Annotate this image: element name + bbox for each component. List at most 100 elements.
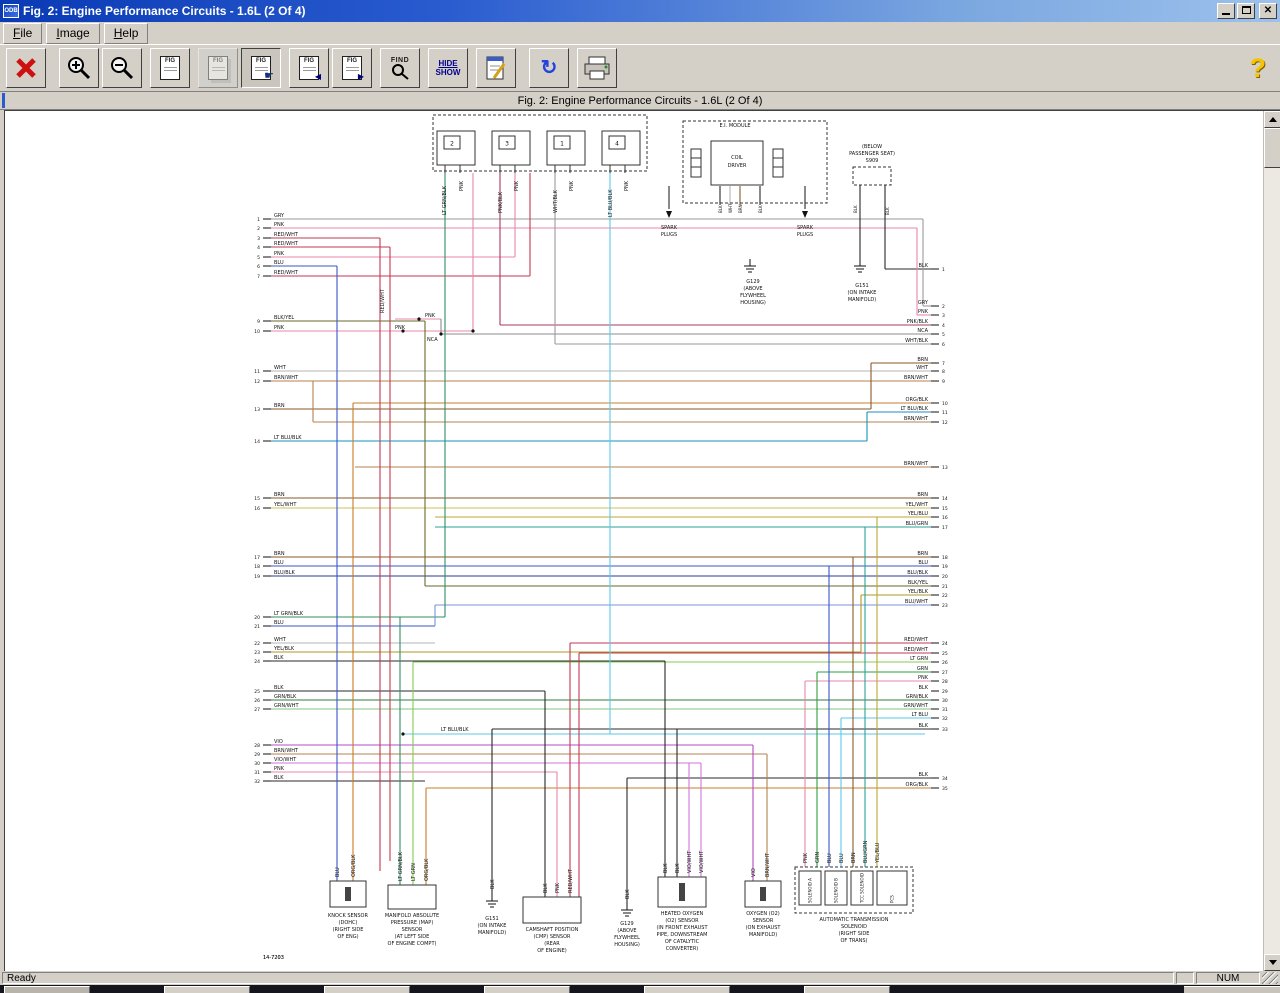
app-icon[interactable]: ODB — [3, 4, 19, 18]
taskbar-button[interactable] — [164, 986, 250, 993]
previous-figure-button[interactable]: FIG ◀ — [289, 48, 329, 88]
printer-icon — [582, 55, 612, 81]
wire-color-label: PNK — [569, 180, 575, 191]
pin-number: 26 — [942, 660, 948, 666]
refresh-icon: ↻ — [541, 58, 558, 78]
diagram-text: SPARK — [797, 225, 814, 231]
pin-number: 12 — [254, 379, 260, 385]
component-box — [388, 885, 436, 909]
taskbar-button[interactable] — [4, 986, 90, 993]
pin-number: 4 — [257, 245, 260, 251]
wire-color-label: VIO — [751, 868, 757, 877]
figure-caption-bar: Fig. 2: Engine Performance Circuits - 1.… — [0, 92, 1280, 110]
menu-help[interactable]: Help — [104, 23, 149, 44]
taskbar-button[interactable] — [644, 986, 730, 993]
zoom-in-icon — [65, 54, 93, 82]
wire-color-label: BLU — [335, 867, 341, 877]
status-bar: Ready NUM — [0, 971, 1280, 985]
pin-number: 12 — [942, 420, 948, 426]
taskbar-button[interactable] — [484, 986, 570, 993]
scroll-up-button[interactable] — [1264, 111, 1280, 128]
pin-number: 18 — [942, 555, 948, 561]
wire-color-label: BLK — [490, 879, 496, 889]
diagram-text: PNK — [395, 325, 406, 331]
coil-number: 4 — [615, 141, 619, 148]
figure-pan-button[interactable]: FIG ☛ — [241, 48, 281, 88]
wire-color-label: BLU/BLK — [274, 570, 296, 576]
component-label: HEATED OXYGEN — [661, 911, 704, 917]
component-symbol — [679, 883, 685, 901]
title-bar[interactable]: ODB Fig. 2: Engine Performance Circuits … — [0, 0, 1280, 22]
menu-bar: File Image Help — [0, 22, 1280, 44]
system-tray[interactable] — [1184, 986, 1280, 993]
pin-number: 14 — [942, 496, 948, 502]
component-label: OF ENG) — [337, 934, 358, 940]
figure-view-button[interactable]: FIG — [150, 48, 190, 88]
pin-number: 32 — [254, 779, 260, 785]
component-label: SENSOR — [402, 927, 423, 933]
close-icon: ✕ — [1264, 6, 1272, 16]
resize-grip[interactable] — [1262, 972, 1278, 984]
arrow-right-icon: ▶ — [358, 72, 364, 81]
pin-number: 7 — [257, 274, 260, 280]
wire-color-label: GRN/WHT — [274, 703, 299, 709]
refresh-button[interactable]: ↻ — [529, 48, 569, 88]
diagram-text: NCA — [427, 337, 438, 343]
wire-color-label: BRN — [274, 403, 285, 409]
vertical-scrollbar[interactable] — [1263, 111, 1280, 971]
print-button[interactable] — [577, 48, 617, 88]
scrollbar-thumb[interactable] — [1264, 128, 1280, 168]
component-label: MANIFOLD) — [749, 932, 777, 938]
annotate-button[interactable] — [476, 48, 516, 88]
zoom-out-button[interactable] — [102, 48, 142, 88]
diagram-text: MANIFOLD) — [848, 297, 876, 303]
diagram-viewport: 1GRY2PNK3RED/WHT4RED/WHT5PNK6BLU7RED/WHT… — [4, 110, 1280, 971]
wire-color-label: RED/WHT — [274, 232, 299, 238]
wire-color-label: WHT — [274, 637, 287, 643]
pin-number: 18 — [254, 564, 260, 570]
pin-number: 23 — [942, 603, 948, 609]
component-symbol — [345, 887, 351, 901]
diagram-text: HOUSING) — [740, 300, 766, 306]
help-button[interactable]: ? — [1250, 53, 1267, 84]
component-label: OF ENGINE COMPT) — [388, 941, 437, 947]
pin-number: 14 — [254, 439, 260, 445]
wire-color-label: LT GRN — [411, 863, 417, 881]
diagram-text: (ABOVE — [617, 928, 636, 934]
wire-color-label: BLK — [919, 772, 929, 778]
scroll-down-button[interactable] — [1264, 954, 1280, 971]
zoom-in-button[interactable] — [59, 48, 99, 88]
figure-prev-icon: FIG ◀ — [299, 56, 319, 80]
diagram-text: MANIFOLD) — [478, 930, 506, 936]
menu-file[interactable]: File — [3, 23, 42, 44]
wire-color-label: BLK — [919, 685, 929, 691]
wire-color-label: VIO/WHT — [274, 757, 297, 763]
hide-show-button[interactable]: HIDE SHOW — [428, 48, 468, 88]
component-label: (CMP) SENSOR — [534, 934, 571, 940]
component-label: (DOHC) — [339, 920, 358, 926]
taskbar-button[interactable] — [804, 986, 890, 993]
wire-color-label: YEL/BLU — [875, 842, 881, 864]
wire-color-label: PNK — [274, 325, 285, 331]
pin-number: 20 — [942, 574, 948, 580]
find-button[interactable]: FIND — [380, 48, 420, 88]
pin-number: 5 — [257, 255, 260, 261]
pin-number: 11 — [942, 410, 948, 416]
next-figure-button[interactable]: FIG ▶ — [332, 48, 372, 88]
wire-color-label: ORG/BLK — [424, 858, 430, 881]
maximize-button[interactable] — [1237, 3, 1255, 19]
diagram-text: PNK — [425, 313, 436, 319]
wire-color-label: PNK/BLK — [498, 191, 504, 213]
close-button[interactable]: ✕ — [1259, 3, 1277, 19]
solenoid-label: TCC SOLENOID — [860, 873, 865, 904]
junction-dot — [471, 329, 474, 332]
minimize-button[interactable] — [1217, 3, 1235, 19]
figure-pages-button[interactable]: FIG — [198, 48, 238, 88]
taskbar-button[interactable] — [324, 986, 410, 993]
wire-color-label: LT GRN — [910, 656, 928, 662]
wiring-diagram: 1GRY2PNK3RED/WHT4RED/WHT5PNK6BLU7RED/WHT… — [5, 111, 1267, 971]
menu-image[interactable]: Image — [46, 23, 99, 44]
close-figure-button[interactable] — [6, 48, 46, 88]
pin-number: 15 — [942, 506, 948, 512]
wire-color-label: BLK — [885, 207, 890, 215]
